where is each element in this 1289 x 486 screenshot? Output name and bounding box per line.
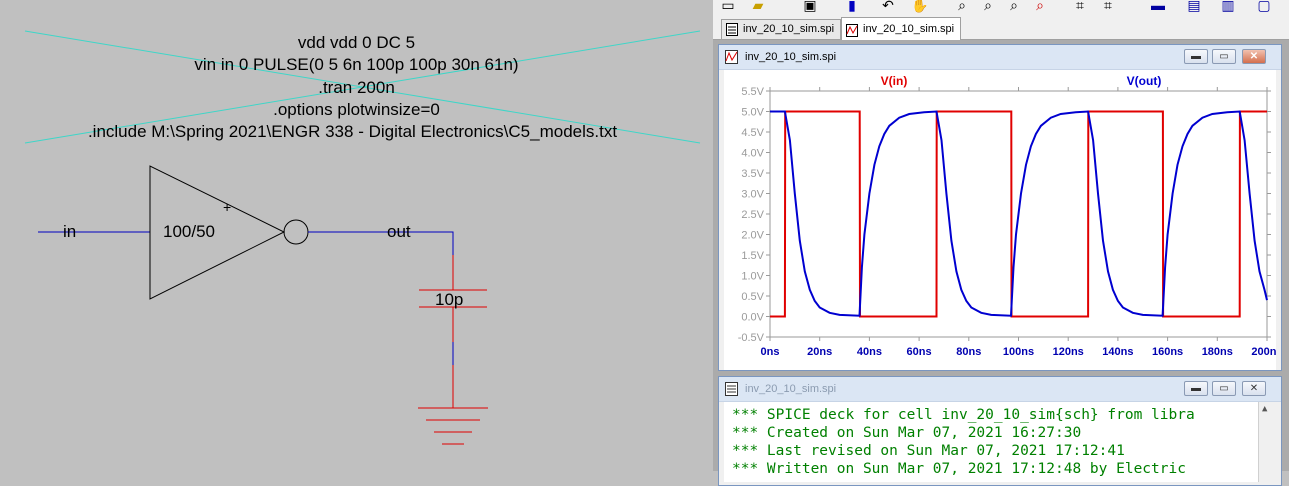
y-tick-label: 2.5V bbox=[741, 209, 764, 221]
zoom-in-icon[interactable]: ⌕ bbox=[951, 0, 973, 14]
netlist-line: *** Last revised on Sun Mar 07, 2021 17:… bbox=[732, 443, 1125, 459]
schematic-canvas[interactable]: vdd vdd 0 DC 5 vin in 0 PULSE(0 5 6n 100… bbox=[0, 0, 713, 471]
tab-waveform[interactable]: inv_20_10_sim.spi bbox=[841, 17, 962, 40]
plot-window-titlebar[interactable]: inv_20_10_sim.spi ▬ ▭ ✕ bbox=[719, 45, 1281, 70]
y-tick-label: 0.0V bbox=[741, 312, 764, 324]
autorange-y-icon[interactable]: ⌗ bbox=[1097, 0, 1119, 14]
y-tick-label: 2.0V bbox=[741, 230, 764, 242]
undo-icon[interactable]: ↶ bbox=[877, 0, 899, 14]
x-tick-label: 20ns bbox=[807, 346, 832, 358]
save-icon[interactable]: ▣ bbox=[799, 0, 821, 14]
y-tick-label: 4.0V bbox=[741, 148, 764, 160]
zoom-fit-icon[interactable]: ⌕ bbox=[1003, 0, 1025, 14]
legend-label-vout: V(out) bbox=[1127, 74, 1162, 88]
x-tick-label: 100ns bbox=[1003, 346, 1034, 358]
tab-label: inv_20_10_sim.spi bbox=[743, 23, 835, 35]
legend-label-vin: V(in) bbox=[881, 74, 908, 88]
pan-hand-icon[interactable]: ✋ bbox=[909, 0, 931, 14]
x-tick-label: 200ns bbox=[1251, 346, 1276, 358]
spice-directive[interactable]: vin in 0 PULSE(0 5 6n 100p 100p 30n 61n) bbox=[0, 55, 713, 74]
plot-window: inv_20_10_sim.spi ▬ ▭ ✕ 5.5V 5.0V 4.5V 4.0V… bbox=[718, 44, 1283, 371]
netlist-scrollbar[interactable]: ▲ bbox=[1258, 402, 1276, 482]
waveform-viewer-area: ▭ ▰ ▣ ▮ ↶ ✋ ⌕ ⌕ ⌕ ⌕ ⌗ ⌗ ▬ ▤ ▥ ▢ inv_20_1… bbox=[713, 0, 1289, 486]
restore-icon[interactable]: ▭ bbox=[1212, 49, 1236, 64]
spice-directive[interactable]: .options plotwinsize=0 bbox=[0, 100, 713, 119]
y-tick-label: 4.5V bbox=[741, 127, 764, 139]
x-tick-label: 160ns bbox=[1152, 346, 1183, 358]
netlist-window-titlebar[interactable]: inv_20_10_sim.spi ▬ ▭ ✕ bbox=[719, 377, 1281, 402]
document-tab-bar: inv_20_10_sim.spi inv_20_10_sim.spi bbox=[713, 17, 1289, 40]
zoom-cancel-icon[interactable]: ⌕ bbox=[1029, 0, 1051, 14]
tab-netlist[interactable]: inv_20_10_sim.spi bbox=[721, 19, 842, 39]
tab-label: inv_20_10_sim.spi bbox=[863, 23, 955, 35]
text-file-icon bbox=[726, 22, 738, 36]
zoom-out-icon[interactable]: ⌕ bbox=[977, 0, 999, 14]
netlist-window-title: inv_20_10_sim.spi bbox=[745, 383, 837, 395]
spice-directive[interactable]: vdd vdd 0 DC 5 bbox=[0, 33, 713, 52]
y-tick-label: 1.5V bbox=[741, 250, 764, 262]
minimize-icon[interactable]: ▬ bbox=[1184, 49, 1208, 64]
spice-directive[interactable]: .tran 200n bbox=[0, 78, 713, 97]
text-file-icon bbox=[725, 382, 738, 396]
net-label-out[interactable]: out bbox=[387, 222, 411, 242]
toolbar: ▭ ▰ ▣ ▮ ↶ ✋ ⌕ ⌕ ⌕ ⌕ ⌗ ⌗ ▬ ▤ ▥ ▢ bbox=[713, 0, 1289, 18]
netlist-line: *** SPICE deck for cell inv_20_10_sim{sc… bbox=[732, 407, 1195, 423]
window-icon[interactable]: ▢ bbox=[1253, 0, 1275, 14]
button-icon[interactable]: ▭ bbox=[717, 0, 739, 14]
netlist-window: inv_20_10_sim.spi ▬ ▭ ✕ *** SPICE deck f… bbox=[718, 376, 1282, 486]
wire-out[interactable] bbox=[308, 231, 454, 255]
capacitor-value-label[interactable]: 10p bbox=[435, 290, 463, 310]
minimize-icon[interactable]: ▬ bbox=[1184, 381, 1208, 396]
close-icon[interactable]: ✕ bbox=[1242, 49, 1266, 64]
inverter-plus-mark: + bbox=[223, 199, 232, 215]
close-icon[interactable]: ✕ bbox=[1242, 381, 1266, 396]
y-tick-label: 5.5V bbox=[741, 86, 764, 98]
x-tick-label: 40ns bbox=[857, 346, 882, 358]
y-tick-label: 5.0V bbox=[741, 107, 764, 119]
cascade-icon[interactable]: ▤ bbox=[1183, 0, 1205, 14]
x-tick-label: 140ns bbox=[1102, 346, 1133, 358]
y-tick-label: 3.0V bbox=[741, 189, 764, 201]
waveform-icon bbox=[846, 23, 858, 37]
restore-icon[interactable]: ▭ bbox=[1212, 381, 1236, 396]
spice-directive[interactable]: .include M:\Spring 2021\ENGR 338 - Digit… bbox=[0, 122, 709, 141]
netlist-text[interactable]: *** SPICE deck for cell inv_20_10_sim{sc… bbox=[724, 402, 1276, 482]
x-tick-label: 0ns bbox=[761, 346, 780, 358]
autorange-icon[interactable]: ⌗ bbox=[1069, 0, 1091, 14]
scroll-up-icon[interactable]: ▲ bbox=[1262, 404, 1267, 414]
y-tick-label: 0.5V bbox=[741, 291, 764, 303]
inverter-bubble bbox=[283, 219, 309, 245]
x-tick-label: 180ns bbox=[1202, 346, 1233, 358]
waveform-plot[interactable]: 5.5V 5.0V 4.5V 4.0V 3.5V 3.0V 2.5V 2.0V 1.5V 1.0V… bbox=[724, 70, 1283, 370]
x-tick-label: 60ns bbox=[907, 346, 932, 358]
plot-window-title: inv_20_10_sim.spi bbox=[745, 51, 837, 63]
netlist-line: *** Written on Sun Mar 07, 2021 17:12:48… bbox=[732, 461, 1186, 477]
inverter-size-label[interactable]: 100/50 bbox=[163, 222, 215, 242]
net-label-in[interactable]: in bbox=[63, 222, 76, 242]
tile-horizontal-icon[interactable]: ▬ bbox=[1147, 0, 1169, 14]
probe-icon[interactable]: ▮ bbox=[841, 0, 863, 14]
x-tick-label: 120ns bbox=[1053, 346, 1084, 358]
y-tick-label: 3.5V bbox=[741, 168, 764, 180]
waveform-icon bbox=[725, 50, 738, 64]
tile-vertical-icon[interactable]: ▥ bbox=[1217, 0, 1239, 14]
x-tick-label: 80ns bbox=[956, 346, 981, 358]
y-tick-label: 1.0V bbox=[741, 271, 764, 283]
netlist-line: *** Created on Sun Mar 07, 2021 16:27:30 bbox=[732, 425, 1082, 441]
y-tick-label: -0.5V bbox=[738, 332, 765, 344]
waveform-chart[interactable]: 5.5V 5.0V 4.5V 4.0V 3.5V 3.0V 2.5V 2.0V 1.5V 1.0V… bbox=[724, 70, 1283, 370]
open-folder-icon[interactable]: ▰ bbox=[747, 0, 769, 14]
